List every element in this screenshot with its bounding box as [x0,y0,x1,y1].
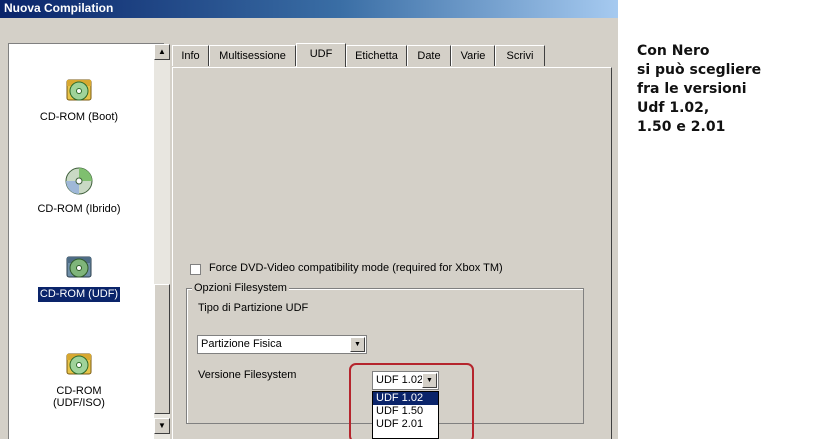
category-label: CD-ROM (Ibrido) [37,203,121,215]
tab-multisessione[interactable]: Multisessione [209,45,296,66]
tab-varie[interactable]: Varie [451,45,495,66]
window-title: Nuova Compilation [4,1,114,15]
category-cd-udf[interactable]: CD-ROM (UDF) [9,249,149,303]
tab-scrivi[interactable]: Scrivi [495,45,545,66]
title-bar: Nuova Compilation [0,0,618,18]
partition-type-select[interactable]: Partizione Fisica ▼ [197,335,367,354]
scroll-thumb[interactable] [154,284,170,414]
scroll-up-button[interactable]: ▲ [154,44,170,60]
caption-line: Con Nero [637,43,710,59]
cd-hybrid-icon [65,167,93,195]
category-label: CD-ROM (Boot) [39,111,119,123]
tab-udf[interactable]: UDF [296,43,346,68]
category-cd-udf-iso[interactable]: CD-ROM (UDF/ISO) [9,346,149,411]
force-dvd-label: Force DVD-Video compatibility mode (requ… [209,262,503,274]
partition-type-value: Partizione Fisica [201,338,282,350]
category-label: CD-ROM (UDF) [36,286,122,303]
group-title: Opzioni Filesystem [192,282,289,294]
caption-line: si può scegliere [637,62,762,78]
callout-highlight-frame [349,363,474,439]
tab-etichetta[interactable]: Etichetta [346,45,407,66]
article-caption: Con Nero si può scegliere fra le version… [637,42,817,137]
cd-udf-icon [66,256,92,278]
caption-line: Udf 1.02, [637,100,710,116]
category-label-line1: CD-ROM [56,385,102,397]
chevron-down-icon[interactable]: ▼ [350,337,365,352]
force-dvd-checkbox[interactable] [190,264,201,275]
scroll-down-button[interactable]: ▼ [154,418,170,434]
partition-type-label: Tipo di Partizione UDF [198,302,309,314]
caption-line: fra le versioni [637,81,747,97]
category-cd-hybrid[interactable]: CD-ROM (Ibrido) [9,164,149,217]
category-cd-boot[interactable]: CD-ROM (Boot) [9,72,149,125]
nero-dialog-screenshot: Nuova Compilation CD-ROM (Boot) CD-ROM (… [0,0,618,439]
cd-boot-icon [66,79,92,101]
cd-udf-iso-icon [66,353,92,375]
category-label-line2: (UDF/ISO) [53,397,105,409]
fs-version-label: Versione Filesystem [198,369,297,381]
caption-line: 1.50 e 2.01 [637,119,726,135]
category-label: CD-ROM (UDF/ISO) [51,384,107,410]
vertical-scrollbar[interactable]: ▲ ▼ [154,44,170,439]
tab-date[interactable]: Date [407,45,451,66]
tab-info[interactable]: Info [172,45,209,66]
compilation-type-list[interactable]: CD-ROM (Boot) CD-ROM (Ibrido) CD-ROM (UD… [8,43,170,439]
